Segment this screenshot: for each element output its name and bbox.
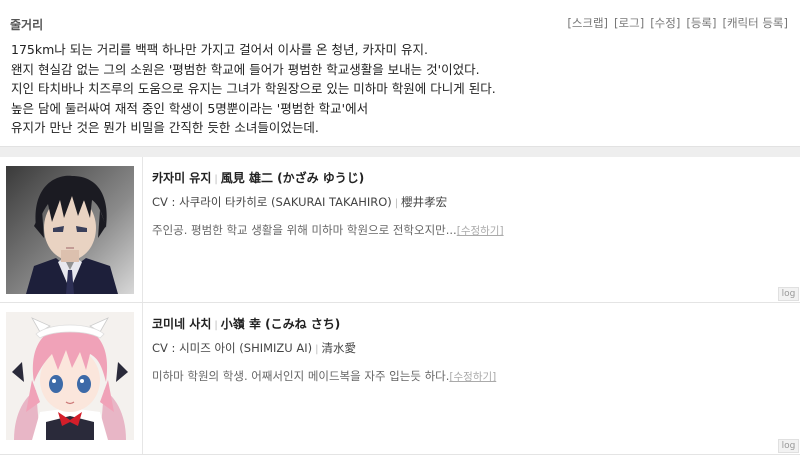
name-separator: |	[214, 320, 218, 331]
character-description: 주인공. 평범한 학교 생활을 위해 미하마 학원으로 전학오지만...[수정하…	[152, 222, 780, 238]
summary-toolbar: [스크랩] [로그] [수정] [등록] [캐릭터 등록]	[567, 15, 788, 31]
character-info: 카자미 유지 | 風見 雄二 (かざみ ゆうじ) CV : 사쿠라이 타카히로 (S…	[152, 169, 780, 238]
summary-line: 왠지 현실감 없는 그의 소원은 '평범한 학교에 들어가 평범한 학교생활을 …	[11, 61, 480, 77]
summary-line: 지인 타치바나 치즈루의 도움으로 유지는 그녀가 학원장으로 있는 미하마 학…	[11, 81, 496, 97]
cv-name-jp: 櫻井孝宏	[401, 195, 448, 209]
summary-panel: 줄거리 [스크랩] [로그] [수정] [등록] [캐릭터 등록] 175km나…	[0, 0, 800, 147]
summary-title: 줄거리	[10, 18, 44, 32]
cv-name-ko[interactable]: CV : 사쿠라이 타카히로 (SAKURAI TAKAHIRO)	[152, 195, 392, 209]
name-separator: |	[214, 174, 218, 185]
log-link[interactable]: [로그]	[614, 15, 644, 31]
log-button[interactable]: log	[778, 439, 799, 453]
edit-character-link[interactable]: [수정하기]	[457, 225, 504, 237]
character-image-column	[0, 157, 143, 302]
pink-haired-maid-girl-portrait-icon[interactable]	[6, 312, 134, 440]
character-cv: CV : 시미즈 아이 (SHIMIZU AI) | 清水愛	[152, 340, 780, 356]
scrap-link[interactable]: [스크랩]	[567, 15, 608, 31]
cv-separator: |	[394, 198, 399, 209]
character-image-column	[0, 303, 143, 454]
summary-line: 유지가 만난 것은 뭔가 비밀을 간직한 듯한 소녀들이었는데.	[11, 120, 319, 136]
character-name-jp: 風見 雄二 (かざみ ゆうじ)	[220, 171, 365, 185]
character-name-jp: 小嶺 幸 (こみね さち)	[220, 317, 341, 331]
summary-line: 높은 담에 둘러싸여 재적 중인 학생이 5명뿐이라는 '평범한 학교'에서	[11, 100, 369, 116]
character-list: 카자미 유지 | 風見 雄二 (かざみ ゆうじ) CV : 사쿠라이 타카히로 (S…	[0, 157, 800, 455]
register-link[interactable]: [등록]	[686, 15, 716, 31]
summary-line: 175km나 되는 거리를 백팩 하나만 가지고 걸어서 이사를 온 청년, 카…	[11, 42, 428, 57]
character-name: 카자미 유지 | 風見 雄二 (かざみ ゆうじ)	[152, 169, 780, 186]
register-character-link[interactable]: [캐릭터 등록]	[722, 15, 788, 31]
edit-link[interactable]: [수정]	[650, 15, 680, 31]
character-description-text: 주인공. 평범한 학교 생활을 위해 미하마 학원으로 전학오지만...	[152, 223, 457, 237]
character-description: 미하마 학원의 학생. 어째서인지 메이드복을 자주 입는듯 하다.[수정하기]	[152, 368, 780, 384]
character-name-ko[interactable]: 카자미 유지	[152, 171, 211, 185]
cv-name-jp: 清水愛	[321, 341, 357, 355]
cv-name-ko[interactable]: CV : 시미즈 아이 (SHIMIZU AI)	[152, 341, 312, 355]
summary-text: 175km나 되는 거리를 백팩 하나만 가지고 걸어서 이사를 온 청년, 카…	[11, 40, 791, 138]
dark-haired-boy-portrait-icon[interactable]	[6, 166, 134, 294]
log-button[interactable]: log	[778, 287, 799, 301]
character-name-ko[interactable]: 코미네 사치	[152, 317, 211, 331]
edit-character-link[interactable]: [수정하기]	[449, 371, 496, 383]
character-card: 카자미 유지 | 風見 雄二 (かざみ ゆうじ) CV : 사쿠라이 타카히로 (S…	[0, 157, 800, 303]
character-description-text: 미하마 학원의 학생. 어째서인지 메이드복을 자주 입는듯 하다.	[152, 369, 450, 383]
character-info: 코미네 사치 | 小嶺 幸 (こみね さち) CV : 시미즈 아이 (SHIMIZ…	[152, 315, 780, 384]
cv-separator: |	[315, 344, 319, 355]
character-name: 코미네 사치 | 小嶺 幸 (こみね さち)	[152, 315, 780, 332]
character-cv: CV : 사쿠라이 타카히로 (SAKURAI TAKAHIRO) | 櫻井孝宏	[152, 194, 780, 210]
character-card: 코미네 사치 | 小嶺 幸 (こみね さち) CV : 시미즈 아이 (SHIMIZ…	[0, 303, 800, 455]
